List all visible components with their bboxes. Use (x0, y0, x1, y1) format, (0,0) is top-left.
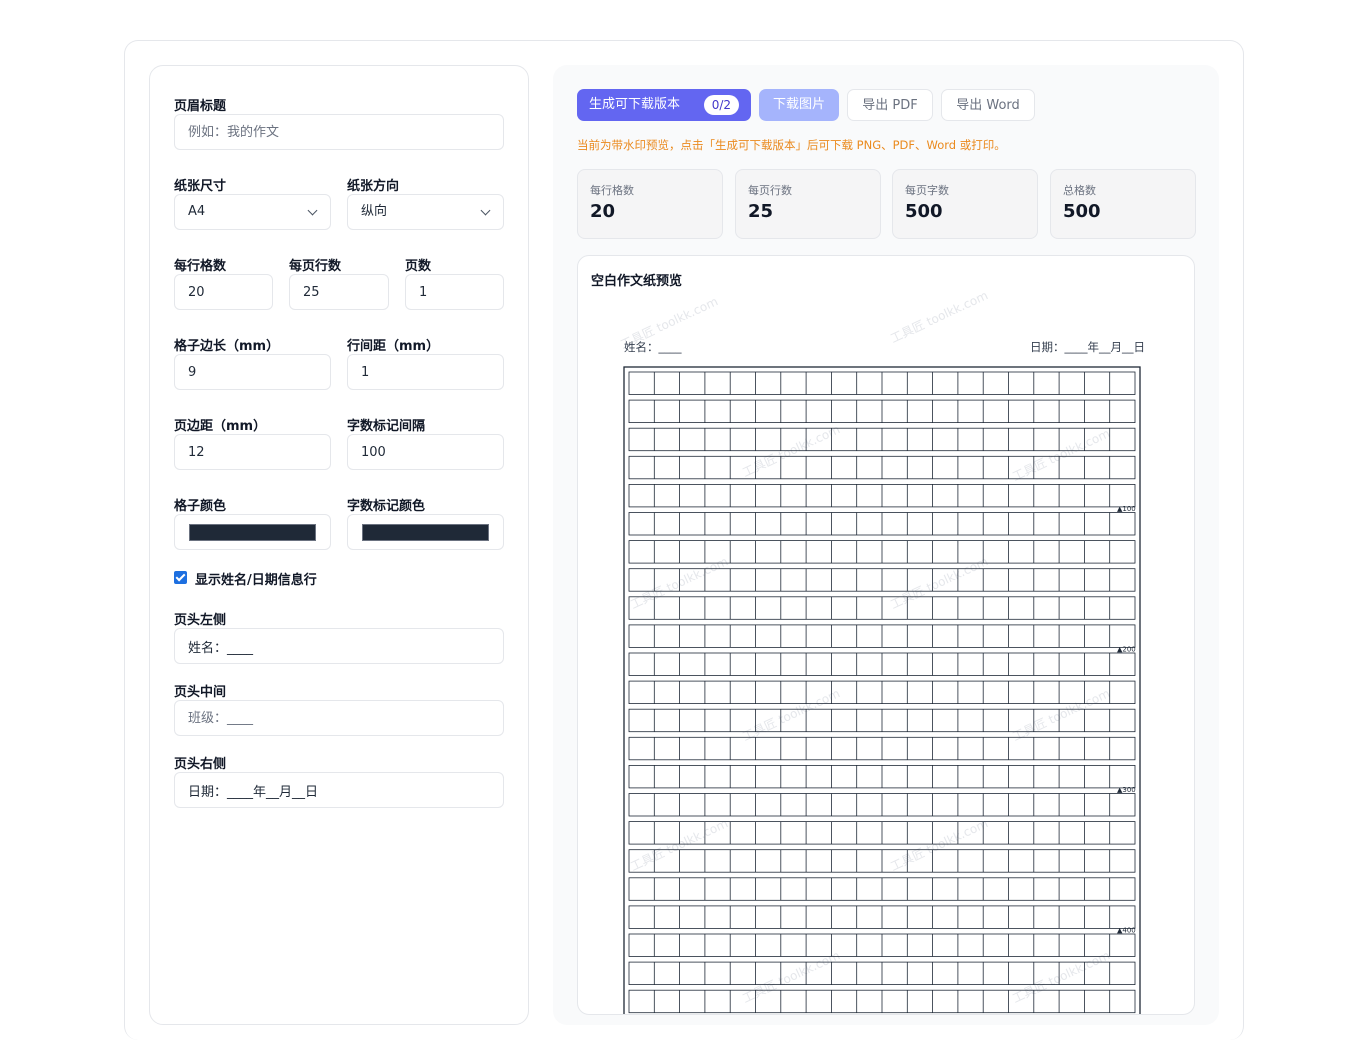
grid-color-swatch (189, 524, 316, 541)
cell-size-label: 格子边长（mm） (174, 339, 280, 354)
orientation-select[interactable]: 纵向 (347, 194, 504, 230)
paper-size-select[interactable]: A4 (174, 194, 331, 230)
stat-value: 20 (590, 201, 616, 222)
preview-header-right: 日期：____年__月__日 (1030, 340, 1145, 354)
rows-per-page-label: 每页行数 (289, 259, 342, 274)
stat-title: 每页行数 (748, 184, 792, 197)
download-image-button[interactable]: 下载图片 (759, 89, 839, 121)
generate-download-label: 生成可下载版本 (589, 97, 681, 112)
stat-card-rows-per-page: 每页行数 25 (735, 169, 881, 239)
header-center-label: 页头中间 (174, 685, 227, 700)
mark-color-label: 字数标记颜色 (347, 499, 426, 514)
stat-title: 每页字数 (905, 184, 949, 197)
preview-title: 空白作文纸预览 (591, 274, 683, 289)
margin-input[interactable] (174, 434, 331, 470)
stat-card-chars-per-page: 每页字数 500 (892, 169, 1038, 239)
header-left-input[interactable] (174, 628, 504, 664)
mark-color-swatch (362, 524, 489, 541)
header-right-label: 页头右侧 (174, 757, 227, 772)
show-info-row-label: 显示姓名/日期信息行 (195, 573, 317, 588)
stat-card-cells-per-row: 每行格数 20 (577, 169, 723, 239)
generate-download-button[interactable]: 生成可下载版本 0/2 (577, 89, 751, 121)
export-word-button[interactable]: 导出 Word (941, 89, 1035, 121)
grid-color-picker[interactable] (174, 514, 331, 550)
watermark-notice: 当前为带水印预览，点击「生成可下载版本」后可下载 PNG、PDF、Word 或打… (577, 138, 1006, 152)
paper-preview: 空白作文纸预览 工具匠 toolkk.com 工具匠 toolkk.com 工具… (577, 255, 1195, 1015)
chevron-down-icon (480, 205, 491, 216)
count-mark-interval-label: 字数标记间隔 (347, 419, 426, 434)
header-title-label: 页眉标题 (174, 99, 227, 114)
stat-value: 500 (905, 201, 943, 222)
mark-color-picker[interactable] (347, 514, 504, 550)
pages-label: 页数 (405, 259, 432, 274)
paper-size-value: A4 (188, 204, 206, 219)
word-count-mark: ▲100 (1117, 505, 1136, 513)
orientation-value: 纵向 (361, 204, 388, 219)
word-count-mark: ▲400 (1117, 926, 1136, 934)
margin-label: 页边距（mm） (174, 419, 267, 434)
grid-color-label: 格子颜色 (174, 499, 227, 514)
generate-count-badge: 0/2 (703, 95, 739, 115)
paper-size-label: 纸张尺寸 (174, 179, 227, 194)
pages-input[interactable] (405, 274, 504, 310)
stat-title: 每行格数 (590, 184, 634, 197)
chevron-down-icon (307, 205, 318, 216)
count-mark-interval-input[interactable] (347, 434, 504, 470)
header-left-label: 页头左侧 (174, 613, 227, 628)
line-spacing-input[interactable] (347, 354, 504, 390)
header-center-input[interactable] (174, 700, 504, 736)
header-title-input[interactable] (174, 114, 504, 150)
cells-per-row-label: 每行格数 (174, 259, 227, 274)
watermark: 工具匠 toolkk.com (888, 288, 991, 346)
stat-card-total-cells: 总格数 500 (1050, 169, 1196, 239)
orientation-label: 纸张方向 (347, 179, 400, 194)
stat-value: 25 (748, 201, 774, 222)
show-info-row-checkbox[interactable] (174, 571, 187, 584)
word-count-mark: ▲300 (1117, 786, 1136, 794)
header-right-input[interactable] (174, 772, 504, 808)
stat-value: 500 (1063, 201, 1101, 222)
preview-header-left: 姓名：____ (624, 340, 682, 354)
word-count-mark: ▲200 (1117, 645, 1136, 653)
writing-grid: ▲100 ▲200 ▲300 ▲400 (623, 366, 1141, 1014)
stat-title: 总格数 (1063, 184, 1096, 197)
cell-size-input[interactable] (174, 354, 331, 390)
export-pdf-button[interactable]: 导出 PDF (847, 89, 933, 121)
line-spacing-label: 行间距（mm） (347, 339, 440, 354)
rows-per-page-input[interactable] (289, 274, 389, 310)
cells-per-row-input[interactable] (174, 274, 273, 310)
